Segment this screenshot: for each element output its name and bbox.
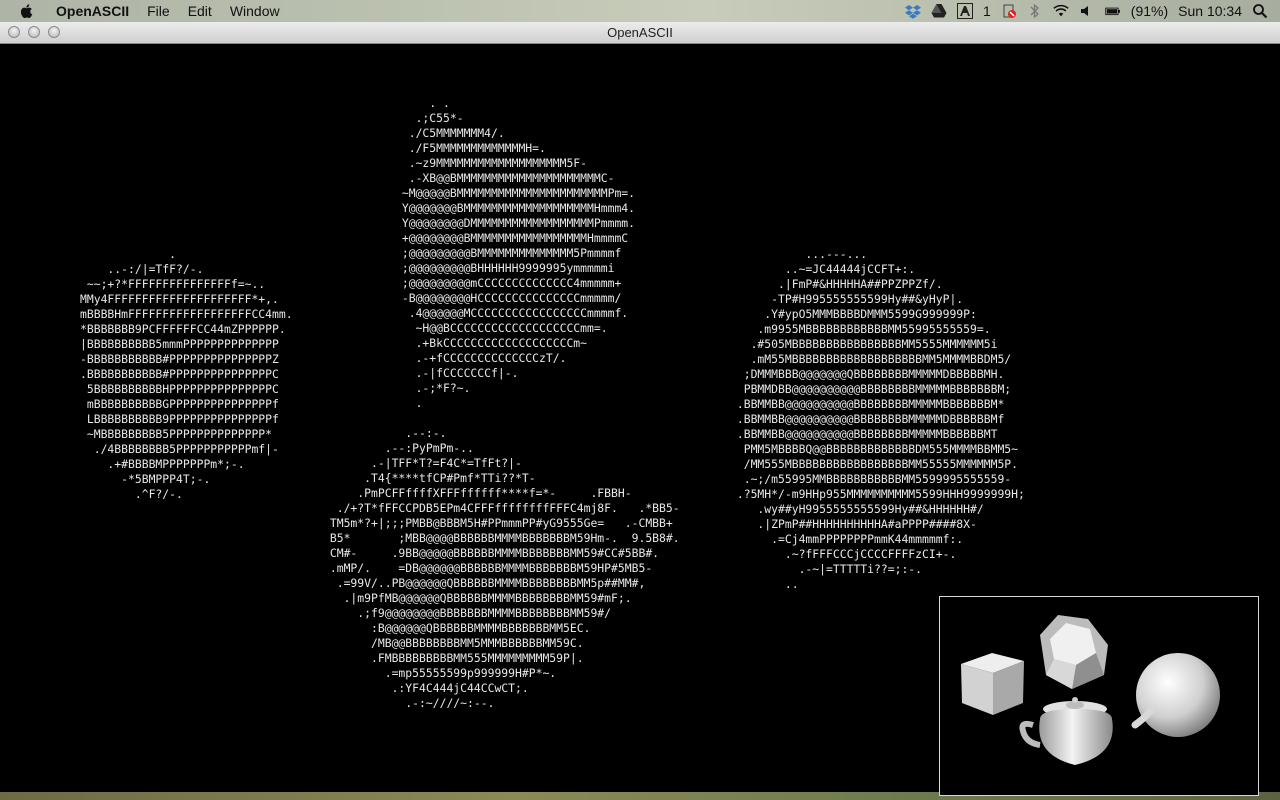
- window-title: OpenASCII: [607, 25, 673, 40]
- teapot-model: [1019, 697, 1156, 765]
- adobe-icon[interactable]: [957, 3, 973, 19]
- zoom-button[interactable]: [48, 26, 60, 38]
- cube-model: [961, 653, 1024, 715]
- menu-bar: OpenASCII File Edit Window 1 (91%) Sun 1…: [0, 0, 1280, 22]
- edit-menu[interactable]: Edit: [179, 0, 221, 22]
- blocked-icon[interactable]: [1001, 3, 1017, 19]
- apple-icon[interactable]: [18, 2, 36, 20]
- sphere-model: [1136, 653, 1220, 737]
- close-button[interactable]: [8, 26, 20, 38]
- app-menu[interactable]: OpenASCII: [50, 3, 138, 19]
- wifi-icon[interactable]: [1053, 3, 1069, 19]
- bluetooth-icon[interactable]: [1027, 3, 1043, 19]
- ascii-top-blob: . . .;C55*- ./C5MMMMMMM4/. ./F5MMMMMMMMM…: [401, 96, 636, 410]
- battery-percent[interactable]: (91%): [1131, 3, 1168, 19]
- ascii-canvas[interactable]: . . .;C55*- ./C5MMMMMMM4/. ./F5MMMMMMMMM…: [0, 44, 1280, 796]
- ascii-bottom-blob: .--:-. .--:PyPmPm-.. .-|TFF*T?=F4C*=TfFt…: [329, 426, 680, 710]
- minimize-button[interactable]: [28, 26, 40, 38]
- openascii-window: OpenASCII . . .;C55*- ./C5MMMMMMM4/. ./F…: [0, 22, 1280, 796]
- file-menu[interactable]: File: [138, 0, 179, 22]
- spotlight-search-icon[interactable]: [1252, 3, 1268, 19]
- google-drive-icon[interactable]: [931, 3, 947, 19]
- clock[interactable]: Sun 10:34: [1178, 3, 1242, 19]
- dropbox-icon[interactable]: [905, 3, 921, 19]
- ascii-right-blob: ...---... ..~=JC44444jCCFT+:. .|FmP#&HHH…: [736, 247, 1025, 591]
- dodecahedron-model: [1040, 615, 1108, 689]
- 3d-preview-panel[interactable]: [939, 596, 1259, 796]
- ascii-left-blob: . ..-:/|=TfF?/-. ~~;+?*FFFFFFFFFFFFFFFf=…: [80, 247, 293, 501]
- notification-count[interactable]: 1: [983, 3, 991, 19]
- window-titlebar[interactable]: OpenASCII: [0, 22, 1280, 44]
- battery-icon[interactable]: [1105, 3, 1121, 19]
- volume-icon[interactable]: [1079, 3, 1095, 19]
- window-menu[interactable]: Window: [221, 0, 289, 22]
